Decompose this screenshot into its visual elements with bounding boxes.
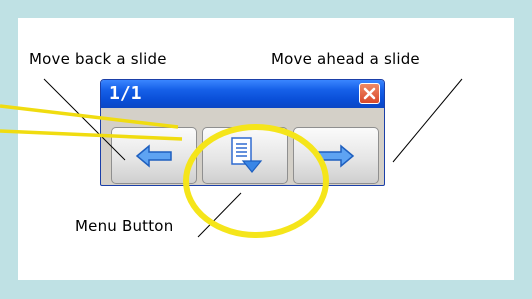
highlight-beam-lower <box>0 129 183 141</box>
pointer-line-ahead <box>392 78 463 163</box>
annotation-overlay <box>0 78 463 238</box>
highlight-ellipse <box>183 124 329 238</box>
